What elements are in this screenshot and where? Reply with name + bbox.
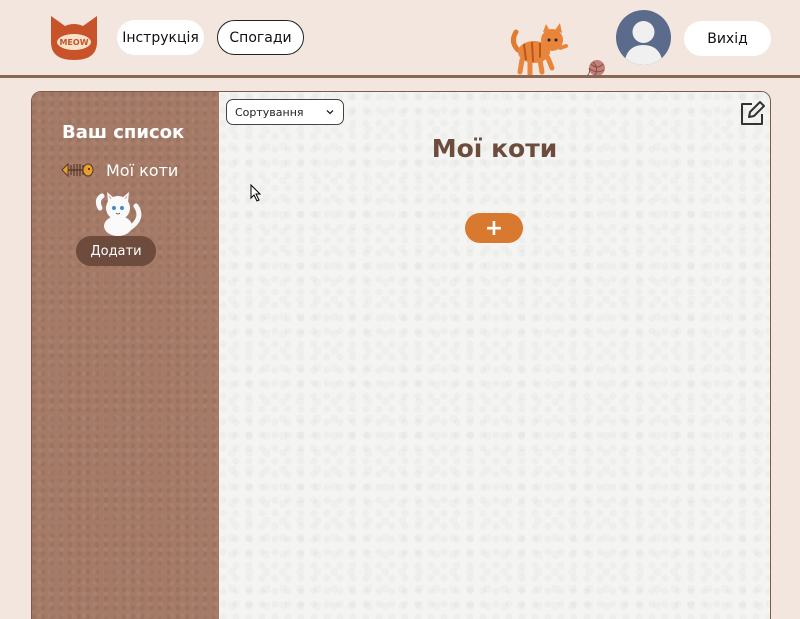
page-title: Мої коти [431,134,558,163]
logo-text: MEOW [59,38,88,47]
add-cat-label: Додати [90,243,142,259]
nav-instructions-label: Інструкція [122,29,199,46]
user-avatar[interactable] [616,10,671,65]
user-silhouette-icon [624,21,663,65]
plus-label: + [484,215,504,241]
content-area: Сортування Мої коти + [219,92,770,619]
meow-logo[interactable]: MEOW [47,12,101,62]
header-divider [0,75,800,78]
edit-icon[interactable] [738,100,766,128]
sort-select[interactable]: Сортування [226,99,344,125]
sidebar-title: Ваш список [62,122,185,143]
top-header: MEOW Інструкція Спогади Вихід [0,0,800,78]
fish-bone-icon [61,162,94,178]
chevron-down-icon [326,110,334,115]
nav-instructions-button[interactable]: Інструкція [117,20,204,55]
nav-memories-button[interactable]: Спогади [217,20,304,55]
logout-button[interactable]: Вихід [684,21,771,56]
sidebar-item-my-cats[interactable]: Мої коти [60,158,210,182]
logout-label: Вихід [707,30,748,47]
sidebar: Ваш список Мої коти Додати [32,92,219,619]
sidebar-item-label: Мої коти [106,160,179,180]
mouse-cursor-icon [250,184,262,202]
walking-cat-illustration [510,23,568,77]
nav-memories-label: Спогади [229,29,292,46]
main-panel: Ваш список Мої коти Додати Сортування Мо… [31,91,771,619]
add-cat-plus-button[interactable]: + [465,213,523,243]
white-cat-illustration [95,192,142,236]
add-cat-button[interactable]: Додати [76,236,156,266]
sort-selected-value: Сортування [235,105,304,119]
